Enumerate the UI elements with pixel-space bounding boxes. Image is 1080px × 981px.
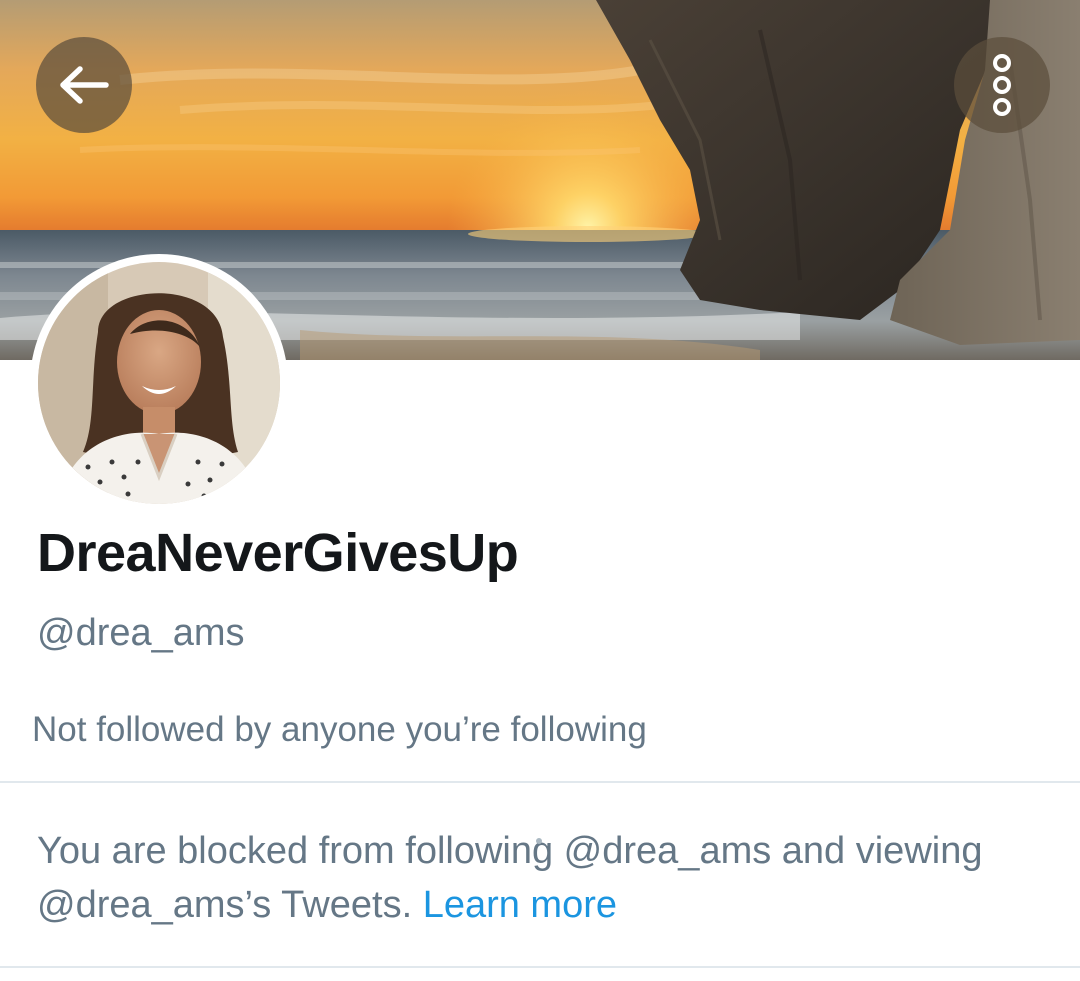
user-handle: @drea_ams: [37, 612, 245, 654]
more-options-button[interactable]: [954, 37, 1050, 133]
vertical-ellipsis-icon: [993, 54, 1011, 116]
profile-avatar[interactable]: [30, 254, 288, 512]
divider: [0, 966, 1080, 968]
display-name: DreaNeverGivesUp: [37, 523, 519, 583]
touch-indicator-dot: [536, 838, 542, 844]
learn-more-link[interactable]: Learn more: [423, 884, 617, 926]
divider: [0, 781, 1080, 783]
followed-by-text: Not followed by anyone you’re following: [32, 710, 647, 749]
arrow-left-icon: [60, 66, 109, 104]
back-button[interactable]: [36, 37, 132, 133]
avatar-image: [38, 262, 280, 504]
